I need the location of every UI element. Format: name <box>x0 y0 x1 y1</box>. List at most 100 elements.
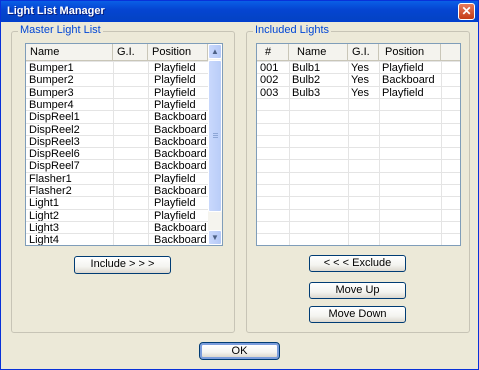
master-list-row[interactable]: Light1 Playfield <box>26 197 208 209</box>
master-list-row[interactable]: Light2 Playfield <box>26 210 208 222</box>
master-row-divider <box>26 122 208 124</box>
scroll-thumb[interactable] <box>208 60 222 212</box>
exclude-button[interactable]: < < < Exclude <box>309 255 406 272</box>
included-lights-list[interactable]: # Name G.I. Position 001 Bulb1 Yes Playfiel… <box>256 43 461 246</box>
included-lights-title: Included Lights <box>253 24 331 36</box>
master-row-name: Light1 <box>29 197 59 210</box>
master-row-name: DispReel2 <box>29 123 80 136</box>
included-header-gi[interactable]: G.I. <box>348 44 379 60</box>
include-button[interactable]: Include > > > <box>74 256 171 274</box>
master-row-divider <box>26 73 208 75</box>
included-row-position: Backboard <box>382 74 435 87</box>
master-row-gi <box>113 160 148 172</box>
included-row-divider <box>257 159 460 161</box>
move-down-button[interactable]: Move Down <box>309 306 406 323</box>
master-row-gi <box>113 87 148 99</box>
master-row-divider <box>26 220 208 222</box>
master-list-row[interactable]: DispReel2 Backboard <box>26 124 208 136</box>
included-list-row[interactable]: 003 Bulb3 Yes Playfield <box>257 87 460 99</box>
included-row-divider <box>257 171 460 173</box>
master-column-divider <box>148 61 149 245</box>
included-column-divider <box>348 61 349 245</box>
included-row-number: 001 <box>260 62 279 74</box>
title-bar[interactable]: Light List Manager ✕ <box>1 1 478 22</box>
master-list-row[interactable]: DispReel6 Backboard <box>26 148 208 160</box>
included-row-divider <box>257 85 460 87</box>
scroll-down-arrow-icon[interactable]: ▼ <box>208 230 222 245</box>
master-list-row[interactable]: Flasher2 Backboard <box>26 185 208 197</box>
included-header-position[interactable]: Position <box>379 44 441 60</box>
master-row-name: DispReel6 <box>29 148 80 161</box>
master-row-divider <box>26 233 208 235</box>
included-row-divider <box>257 184 460 185</box>
master-row-gi <box>113 62 148 74</box>
master-row-gi <box>113 173 148 185</box>
included-list-row[interactable]: 001 Bulb1 Yes Playfield <box>257 62 460 74</box>
master-light-list[interactable]: Name G.I. Position Bumper1 Playfield Bumpe… <box>25 43 223 246</box>
master-row-position: Backboard <box>154 135 207 148</box>
master-row-position: Playfield <box>154 86 196 99</box>
included-header-name[interactable]: Name <box>289 44 348 60</box>
included-row-name: Bulb2 <box>292 74 321 87</box>
master-row-gi <box>113 222 148 234</box>
close-button[interactable]: ✕ <box>458 3 475 20</box>
master-row-name: Bumper3 <box>29 86 74 99</box>
included-row-divider <box>257 147 460 149</box>
included-row-divider <box>257 97 460 99</box>
ok-button[interactable]: OK <box>199 342 280 360</box>
included-row-name: Bulb3 <box>292 86 321 99</box>
master-list-row[interactable]: DispReel7 Backboard <box>26 160 208 172</box>
scroll-up-arrow-icon[interactable]: ▲ <box>208 44 222 59</box>
master-list-row[interactable]: Bumper2 Playfield <box>26 74 208 86</box>
master-row-name: Flasher2 <box>29 185 72 197</box>
master-list-row[interactable]: Flasher1 Playfield <box>26 173 208 185</box>
master-row-gi <box>113 148 148 160</box>
master-list-row[interactable]: DispReel3 Backboard <box>26 136 208 148</box>
window-title: Light List Manager <box>7 5 105 17</box>
move-up-button[interactable]: Move Up <box>309 282 406 299</box>
master-row-position: Backboard <box>154 123 207 136</box>
included-list-header: # Name G.I. Position <box>257 44 460 61</box>
master-list-row[interactable]: Light3 Backboard <box>26 222 208 234</box>
master-row-divider <box>26 246 208 247</box>
master-row-gi <box>113 234 148 245</box>
master-list-row[interactable]: Light4 Backboard <box>26 234 208 246</box>
included-header-number[interactable]: # <box>257 44 289 60</box>
master-row-name: DispReel7 <box>29 160 80 173</box>
master-row-position: Backboard <box>154 185 207 197</box>
included-row-divider <box>257 110 460 112</box>
master-row-position: Backboard <box>154 160 207 173</box>
included-row-divider <box>257 208 460 210</box>
master-row-name: Light4 <box>29 234 59 246</box>
included-row-number: 003 <box>260 86 279 99</box>
included-lights-group: Included Lights # Name G.I. Position 001… <box>246 24 470 333</box>
master-list-row[interactable]: Bumper1 Playfield <box>26 62 208 74</box>
master-row-gi <box>113 197 148 209</box>
included-column-divider <box>289 61 290 245</box>
master-header-position[interactable]: Position <box>148 44 208 60</box>
master-row-gi <box>113 124 148 136</box>
included-column-divider <box>379 61 380 245</box>
master-row-position: Playfield <box>154 98 196 111</box>
included-row-position: Playfield <box>382 62 424 74</box>
included-row-gi: Yes <box>351 86 369 99</box>
master-list-row[interactable]: Bumper3 Playfield <box>26 87 208 99</box>
master-row-name: Bumper4 <box>29 98 74 111</box>
included-column-divider <box>441 61 442 245</box>
master-list-row[interactable]: Bumper4 Playfield <box>26 99 208 111</box>
master-row-divider <box>26 97 208 99</box>
master-header-gi[interactable]: G.I. <box>113 44 148 60</box>
included-row-divider <box>257 134 460 136</box>
master-row-name: Light3 <box>29 221 59 234</box>
included-row-divider <box>257 246 460 247</box>
included-list-row[interactable]: 002 Bulb2 Yes Backboard <box>257 74 460 86</box>
master-light-list-title: Master Light List <box>18 24 103 36</box>
master-row-divider <box>26 159 208 161</box>
included-row-divider <box>257 220 460 222</box>
included-row-divider <box>257 122 460 124</box>
master-row-position: Backboard <box>154 111 207 124</box>
master-header-name[interactable]: Name <box>26 44 113 60</box>
master-row-gi <box>113 210 148 222</box>
master-vertical-scrollbar[interactable]: ▲ ▼ <box>208 44 222 245</box>
master-list-row[interactable]: DispReel1 Backboard <box>26 111 208 123</box>
